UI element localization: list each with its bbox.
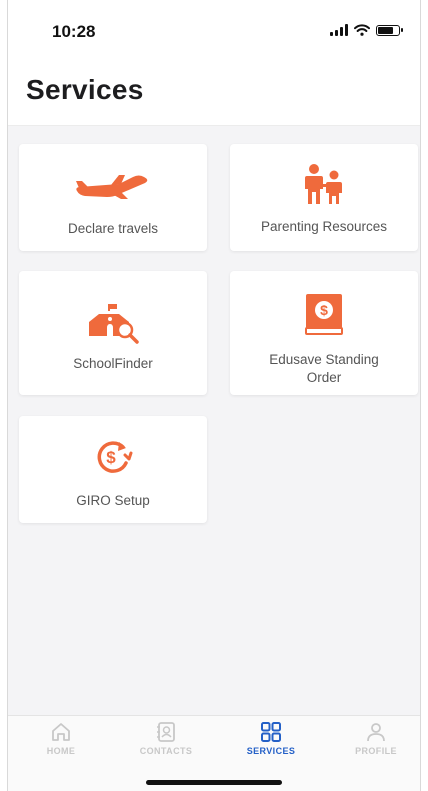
home-icon bbox=[52, 723, 70, 741]
svg-text:$: $ bbox=[320, 302, 328, 318]
service-card-schoolfinder[interactable]: SchoolFinder bbox=[19, 271, 207, 395]
service-label: GIRO Setup bbox=[76, 493, 150, 508]
status-icons bbox=[330, 24, 403, 36]
service-card-parenting-resources[interactable]: Parenting Resources bbox=[230, 144, 418, 251]
tab-label: HOME bbox=[46, 746, 76, 756]
contacts-icon bbox=[157, 722, 175, 742]
airplane-icon bbox=[73, 170, 153, 202]
service-label: Edusave Standing Order bbox=[269, 352, 379, 385]
service-label: Declare travels bbox=[67, 221, 159, 236]
home-indicator[interactable] bbox=[146, 780, 282, 785]
tab-label: PROFILE bbox=[355, 746, 397, 756]
tab-label: SERVICES bbox=[246, 746, 296, 756]
tab-services[interactable]: SERVICES bbox=[231, 720, 311, 756]
service-card-edusave-standing-order[interactable]: $ Edusave Standing Order bbox=[230, 271, 418, 395]
app-screen: 10:28 Services Declare travels Parenting… bbox=[7, 0, 421, 791]
battery-icon bbox=[376, 24, 403, 36]
service-label: SchoolFinder bbox=[73, 356, 153, 371]
page-title: Services bbox=[26, 74, 144, 105]
tab-profile[interactable]: PROFILE bbox=[336, 720, 416, 756]
dollar-cycle-icon: $ bbox=[93, 438, 133, 476]
tab-contacts[interactable]: CONTACTS bbox=[126, 720, 206, 756]
parent-child-icon bbox=[302, 162, 346, 206]
battery-level bbox=[378, 26, 394, 34]
tab-home[interactable]: HOME bbox=[21, 720, 101, 756]
wifi-icon bbox=[354, 24, 370, 36]
dollar-book-icon: $ bbox=[303, 291, 345, 337]
service-card-giro-setup[interactable]: $ GIRO Setup bbox=[19, 416, 207, 523]
person-icon bbox=[367, 723, 385, 742]
tab-label: CONTACTS bbox=[139, 746, 193, 756]
status-time: 10:28 bbox=[52, 22, 96, 41]
service-label: Parenting Resources bbox=[260, 219, 388, 234]
header: 10:28 Services bbox=[8, 0, 420, 126]
svg-text:$: $ bbox=[106, 448, 116, 467]
grid-icon bbox=[261, 722, 281, 742]
signal-icon bbox=[330, 24, 348, 36]
service-card-declare-travels[interactable]: Declare travels bbox=[19, 144, 207, 251]
school-search-icon bbox=[85, 301, 141, 345]
